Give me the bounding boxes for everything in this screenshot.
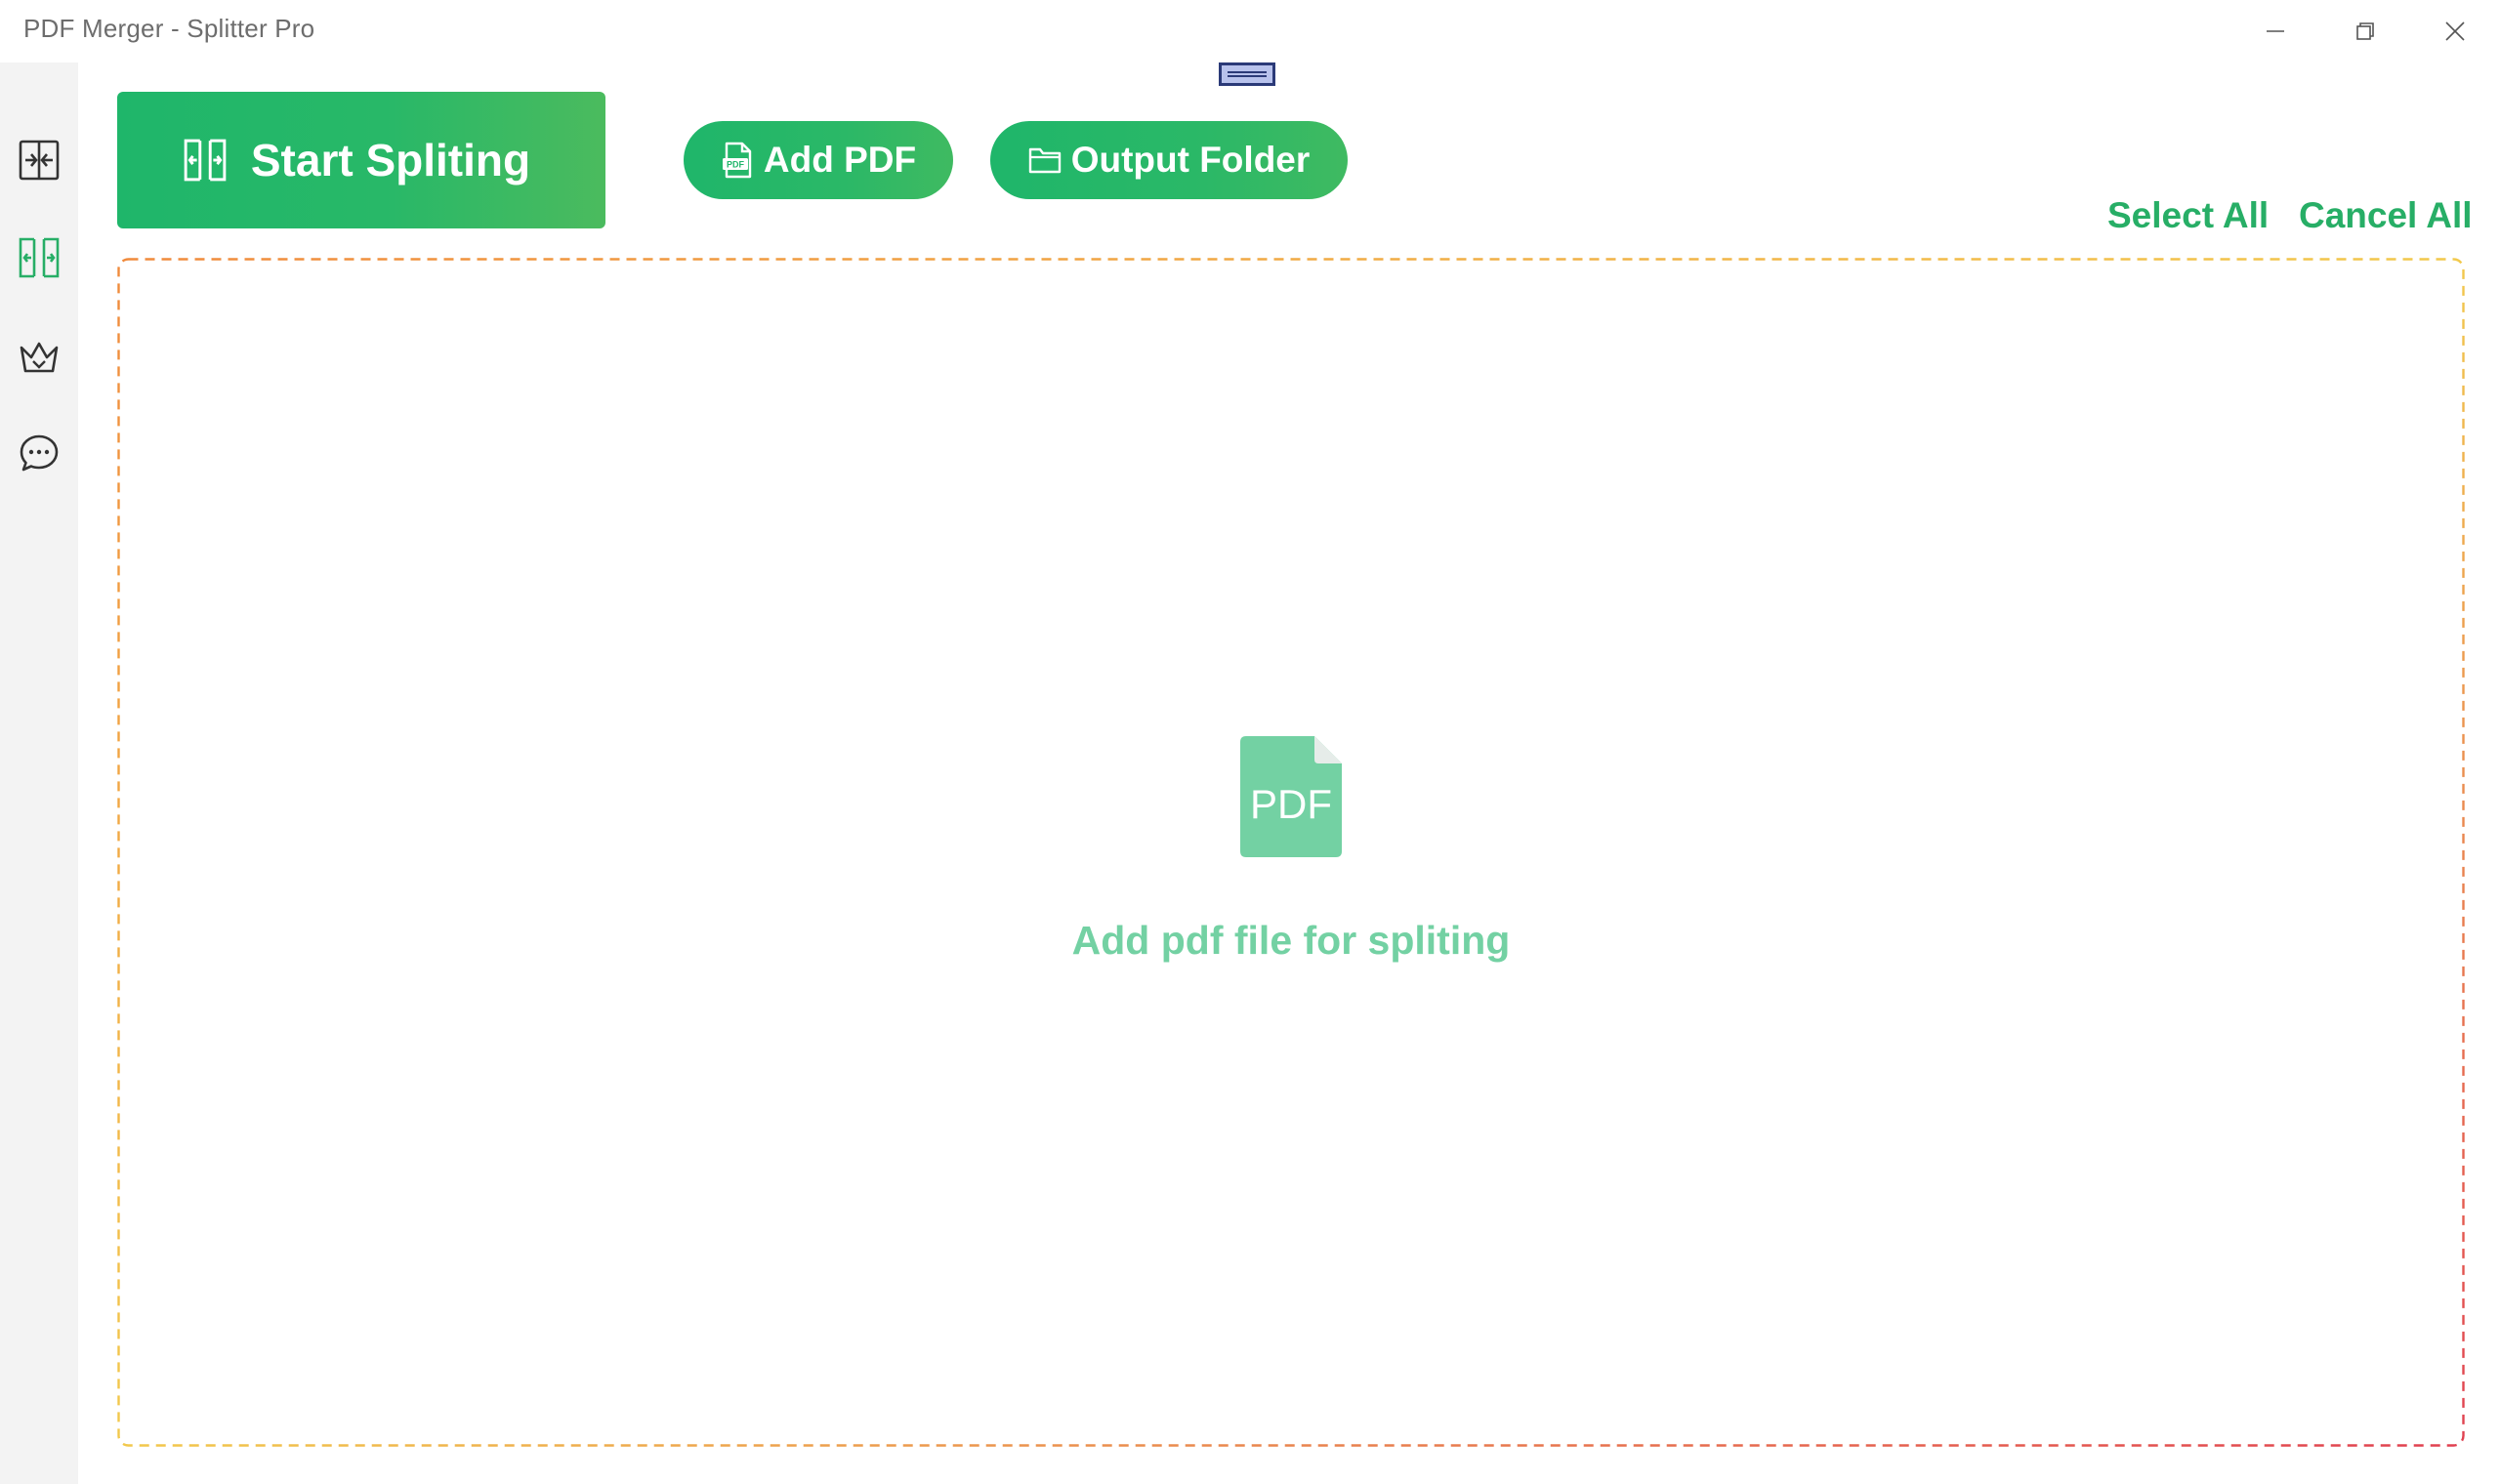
split-icon <box>184 139 227 182</box>
cancel-all-link[interactable]: Cancel All <box>2299 195 2473 236</box>
drag-handle-grip <box>1228 71 1267 77</box>
empty-state-message: Add pdf file for spliting <box>1071 918 1511 963</box>
output-folder-label: Output Folder <box>1070 140 1311 180</box>
merge-icon <box>19 140 60 181</box>
pdf-file-icon: PDF <box>722 142 752 179</box>
sidebar-item-feedback[interactable] <box>0 414 78 492</box>
pdf-icon-label: PDF <box>1250 781 1332 827</box>
start-splitting-button[interactable]: Start Spliting <box>117 92 605 228</box>
sidebar <box>0 62 78 1484</box>
app-window: PDF Merger - Splitter Pro Start Spliting… <box>0 0 2500 1484</box>
pdf-document-icon: PDF <box>1240 736 1342 857</box>
sidebar-item-merge[interactable] <box>0 121 78 199</box>
chat-bubble-icon <box>20 434 59 472</box>
split-icon <box>19 237 60 278</box>
add-pdf-button[interactable]: PDF Add PDF <box>684 121 953 199</box>
minimize-button[interactable] <box>2230 0 2320 62</box>
close-button[interactable] <box>2410 0 2500 62</box>
file-drop-zone[interactable]: PDF Add pdf file for spliting <box>117 258 2465 1447</box>
close-icon <box>2445 21 2465 41</box>
add-pdf-label: Add PDF <box>763 140 917 180</box>
sidebar-item-premium[interactable] <box>0 318 78 396</box>
restore-icon <box>2356 22 2374 40</box>
restore-button[interactable] <box>2320 0 2410 62</box>
app-title: PDF Merger - Splitter Pro <box>23 14 315 43</box>
output-folder-button[interactable]: Output Folder <box>990 121 1348 199</box>
minimize-icon <box>2267 30 2284 32</box>
crown-icon <box>20 342 59 373</box>
start-splitting-label: Start Spliting <box>250 135 531 186</box>
title-bar[interactable]: PDF Merger - Splitter Pro <box>0 0 2500 62</box>
empty-state: PDF Add pdf file for spliting <box>117 258 2465 1447</box>
drag-handle[interactable] <box>1219 62 1275 86</box>
select-all-link[interactable]: Select All <box>2107 195 2269 236</box>
svg-text:PDF: PDF <box>727 160 745 170</box>
folder-icon <box>1028 147 1061 174</box>
sidebar-item-split[interactable] <box>0 219 78 297</box>
